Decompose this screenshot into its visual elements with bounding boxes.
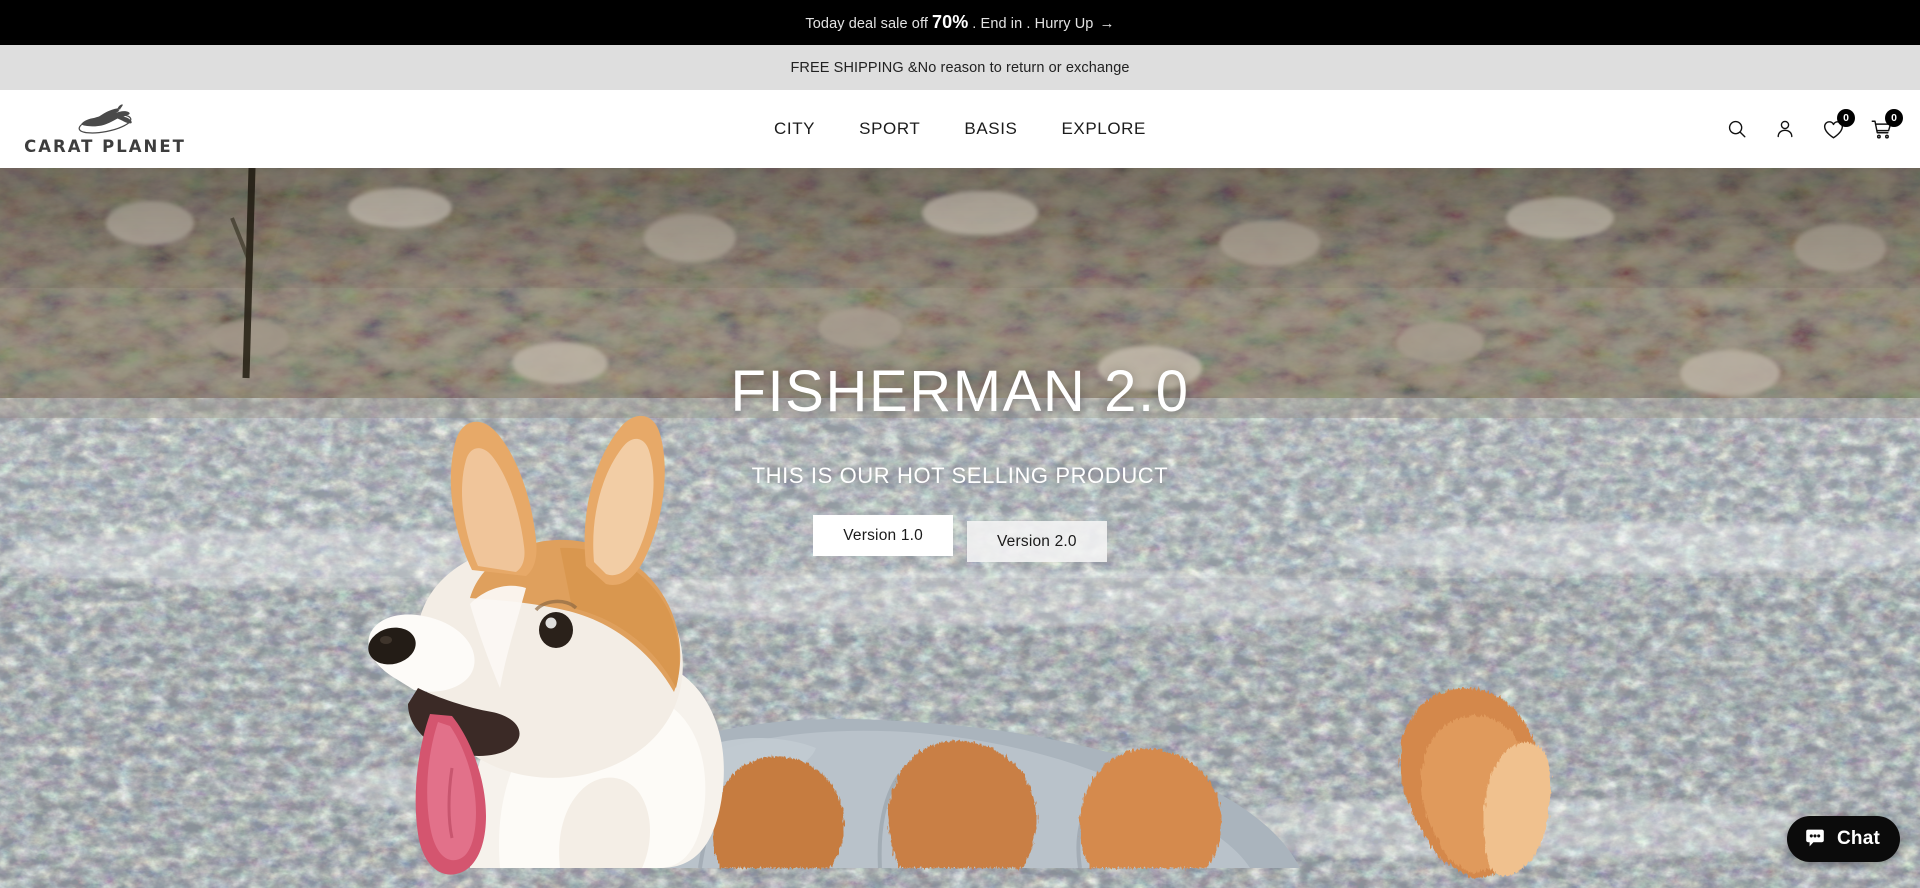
hero-button-group: Version 1.0 Version 2.0 [813,515,1107,563]
logo-wordmark: CARAT PLANET [24,137,186,156]
chat-label: Chat [1836,828,1880,849]
announcement-lead: Today deal sale off [805,16,928,32]
arrow-right-icon: → [1099,15,1115,32]
shopify-chat-button[interactable]: Chat [1786,816,1900,862]
cart-icon[interactable]: 0 [1868,109,1903,142]
version-2-button[interactable]: Version 2.0 [967,521,1107,563]
nav-item-basis[interactable]: BASIS [964,119,1017,139]
announcement-tail: . End in . Hurry Up [972,16,1094,32]
chat-bubble-icon [1803,827,1827,851]
wishlist-icon[interactable]: 0 [1820,109,1855,142]
nav-item-explore[interactable]: EXPLORE [1061,119,1146,139]
header-actions: 0 0 [1724,109,1903,142]
nav-item-city[interactable]: CITY [774,119,815,139]
announcement-percent: 70% [931,12,969,32]
leaping-dog-over-ring-icon [71,102,139,136]
page-root: Today deal sale off 70% . End in . Hurry… [0,0,1920,888]
shipping-bar-text: FREE SHIPPING &No reason to return or ex… [790,59,1130,76]
search-icon[interactable] [1724,116,1750,142]
shipping-bar: FREE SHIPPING &No reason to return or ex… [0,45,1920,90]
account-icon[interactable] [1772,116,1798,142]
hero-title: FISHERMAN 2.0 [730,359,1190,424]
announcement-text[interactable]: Today deal sale off 70% . End in . Hurry… [805,12,1114,33]
wishlist-count-badge: 0 [1837,109,1855,127]
site-header: CARAT PLANET CITY SPORT BASIS EXPLORE 0 … [0,90,1920,168]
site-logo[interactable]: CARAT PLANET [24,102,184,156]
main-navigation: CITY SPORT BASIS EXPLORE [774,119,1146,139]
nav-item-sport[interactable]: SPORT [859,119,920,139]
hero-banner[interactable]: FISHERMAN 2.0 THIS IS OUR HOT SELLING PR… [0,168,1920,888]
hero-content: FISHERMAN 2.0 THIS IS OUR HOT SELLING PR… [0,359,1920,563]
cart-count-badge: 0 [1885,109,1903,127]
announcement-bar: Today deal sale off 70% . End in . Hurry… [0,0,1920,45]
version-1-button[interactable]: Version 1.0 [813,515,953,557]
hero-subtitle: THIS IS OUR HOT SELLING PRODUCT [751,463,1169,488]
